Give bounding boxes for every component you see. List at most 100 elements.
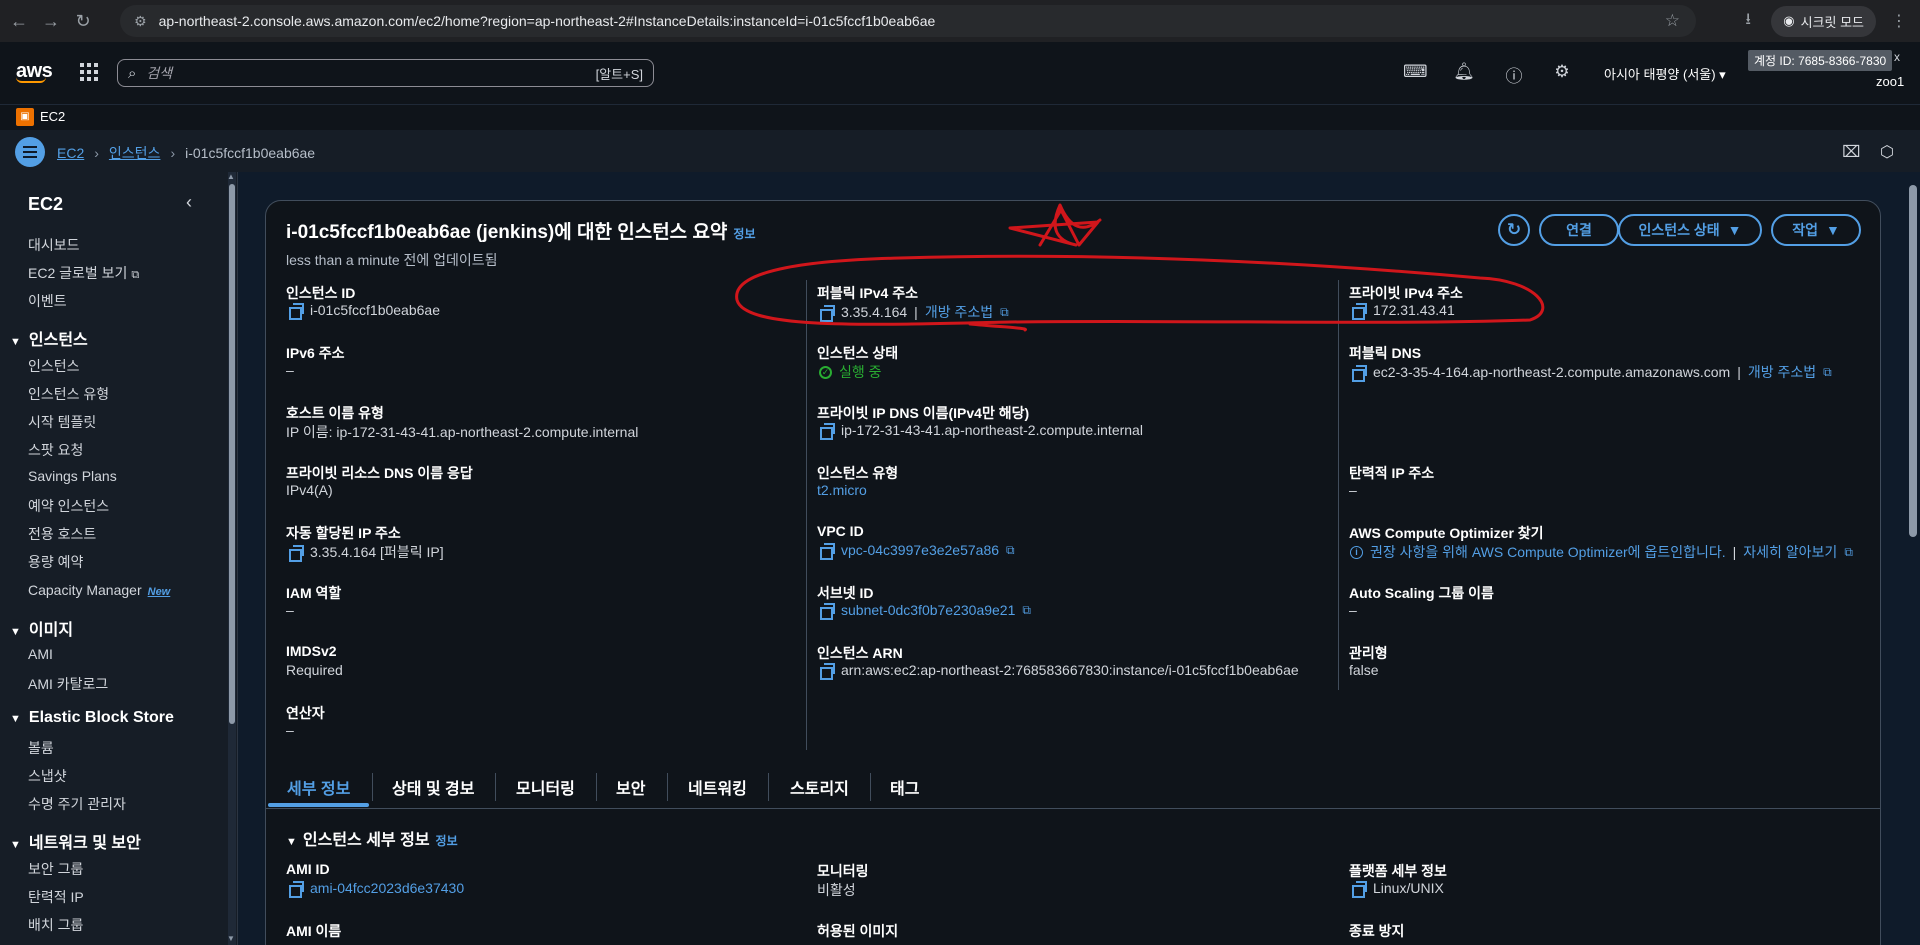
chevron-left-icon[interactable]: ‹: [186, 192, 192, 213]
sidebar-item-placement-groups[interactable]: 배치 그룹: [28, 915, 83, 935]
tab-status-alarms[interactable]: 상태 및 경보: [392, 775, 475, 799]
incognito-button[interactable]: ◉ 시크릿 모드: [1771, 5, 1876, 37]
private-dns-value: ip-172-31-43-41.ap-northeast-2.compute.i…: [820, 422, 1143, 440]
open-address-link[interactable]: 개방 주소법: [925, 302, 993, 322]
open-address-link[interactable]: 개방 주소법: [1748, 362, 1816, 382]
sidebar-item-capacity-reservations[interactable]: 용량 예약: [28, 552, 83, 572]
copy-icon[interactable]: [820, 543, 835, 560]
chevron-right-icon: ›: [94, 145, 99, 161]
sidebar-item-capacity-manager[interactable]: Capacity Manager New: [28, 582, 170, 598]
sidebar-section-instances[interactable]: ▼ 인스턴스: [10, 326, 88, 350]
tab-security[interactable]: 보안: [616, 775, 645, 799]
scroll-down-icon[interactable]: ▼: [227, 934, 235, 943]
external-link-icon: ⧉: [1844, 544, 1853, 559]
breadcrumb-instances[interactable]: 인스턴스: [109, 143, 161, 163]
sidebar-item-ami[interactable]: AMI: [28, 646, 53, 662]
sidebar-item-elastic-ips[interactable]: 탄력적 IP: [28, 887, 84, 907]
cloudshell-icon[interactable]: ⌨: [1403, 62, 1428, 82]
copy-icon[interactable]: [1352, 365, 1367, 382]
sidebar-section-ebs[interactable]: ▼ Elastic Block Store: [10, 709, 174, 727]
copy-icon[interactable]: [289, 303, 304, 320]
external-link-icon: ⧉: [1022, 602, 1031, 617]
sidebar-item-snapshots[interactable]: 스냅샷: [28, 766, 67, 786]
copy-icon[interactable]: [1352, 303, 1367, 320]
sidebar-item-events[interactable]: 이벤트: [28, 291, 67, 311]
settings-hex-icon[interactable]: ⬡: [1880, 142, 1894, 162]
forward-icon[interactable]: →: [38, 8, 64, 34]
info-link[interactable]: 정보: [436, 834, 458, 848]
sidebar-item-dedicated-hosts[interactable]: 전용 호스트: [28, 524, 96, 544]
ami-id-label: AMI ID: [286, 861, 330, 877]
learn-more-link[interactable]: 자세히 알아보기: [1743, 542, 1837, 562]
user-menu[interactable]: zoo1: [1876, 74, 1904, 89]
iam-role-value: –: [286, 602, 294, 618]
tab-networking[interactable]: 네트워킹: [688, 775, 747, 799]
connect-button[interactable]: 연결: [1539, 214, 1619, 246]
public-ipv4-label: 퍼블릭 IPv4 주소: [817, 285, 918, 301]
sidebar-item-launch-templates[interactable]: 시작 템플릿: [28, 412, 96, 432]
sidebar-section-network-security[interactable]: ▼ 네트워크 및 보안: [10, 829, 141, 853]
copy-icon[interactable]: [289, 545, 304, 562]
sidebar-item-instances[interactable]: 인스턴스: [28, 356, 80, 376]
menu-toggle-icon[interactable]: [15, 137, 45, 167]
bell-icon[interactable]: 🔔︎: [1453, 62, 1475, 82]
main-scrollbar-thumb[interactable]: [1909, 185, 1917, 537]
reload-icon[interactable]: ↻: [70, 8, 96, 34]
operator-label: 연산자: [286, 705, 325, 721]
bookmark-star-icon[interactable]: ☆: [1665, 11, 1680, 31]
region-selector[interactable]: 아시아 태평양 (서울) ▾: [1604, 64, 1726, 83]
help-icon[interactable]: ⓘ: [1503, 62, 1525, 87]
sidebar-item-global-view[interactable]: EC2 글로벌 보기 ⧉: [28, 263, 139, 283]
gear-icon[interactable]: ⚙: [1551, 62, 1573, 82]
site-settings-icon[interactable]: ⚙: [134, 13, 147, 30]
tab-monitoring[interactable]: 모니터링: [516, 775, 575, 799]
sidebar-item-spot-requests[interactable]: 스팟 요청: [28, 440, 83, 460]
vpc-id-value[interactable]: vpc-04c3997e3e2e57a86 ⧉: [820, 542, 1015, 560]
instance-type-link[interactable]: t2.micro: [817, 482, 867, 498]
tab-storage[interactable]: 스토리지: [790, 775, 849, 799]
sidebar-item-instance-types[interactable]: 인스턴스 유형: [28, 384, 109, 404]
sidebar-item-reserved-instances[interactable]: 예약 인스턴스: [28, 496, 109, 516]
copy-icon[interactable]: [820, 603, 835, 620]
display-icon[interactable]: ⌧: [1842, 142, 1860, 162]
copy-icon[interactable]: [820, 663, 835, 680]
auto-ip-value: 3.35.4.164 [퍼블릭 IP]: [289, 542, 444, 562]
copy-icon[interactable]: [1352, 881, 1367, 898]
sidebar-item-dashboard[interactable]: 대시보드: [28, 235, 80, 255]
service-name[interactable]: EC2: [40, 109, 65, 124]
scroll-up-icon[interactable]: ▲: [227, 172, 235, 181]
sidebar-item-savings-plans[interactable]: Savings Plans: [28, 468, 117, 484]
address-bar[interactable]: ⚙ ap-northeast-2.console.aws.amazon.com/…: [120, 5, 1696, 37]
search-input[interactable]: ⌕ 검색 [알트+S]: [117, 59, 654, 87]
sidebar-section-images[interactable]: ▼ 이미지: [10, 616, 73, 640]
instance-state-button[interactable]: 인스턴스 상태 ▼: [1618, 214, 1762, 246]
sidebar-scrollbar-thumb[interactable]: [229, 184, 235, 724]
sidebar-title: EC2: [28, 194, 64, 214]
copy-icon[interactable]: [820, 423, 835, 440]
iam-role-label: IAM 역할: [286, 585, 342, 601]
copy-icon[interactable]: [289, 881, 304, 898]
tab-tags[interactable]: 태그: [890, 775, 919, 799]
back-icon[interactable]: ←: [6, 8, 32, 34]
subnet-id-value[interactable]: subnet-0dc3f0b7e230a9e21 ⧉: [820, 602, 1031, 620]
sidebar-item-security-groups[interactable]: 보안 그룹: [28, 859, 83, 879]
resource-dns-value: IPv4(A): [286, 482, 333, 498]
services-grid-icon[interactable]: [80, 63, 98, 81]
sidebar-item-ami-catalog[interactable]: AMI 카탈로그: [28, 674, 108, 694]
instance-state-value: ✓ 실행 중: [819, 362, 882, 382]
instance-details-header[interactable]: ▼ 인스턴스 세부 정보 정보: [286, 826, 458, 850]
account-badge-close[interactable]: x: [1894, 50, 1900, 64]
aws-logo[interactable]: aws: [16, 60, 53, 83]
browser-menu-icon[interactable]: ⋮: [1884, 11, 1914, 31]
breadcrumb-ec2[interactable]: EC2: [57, 145, 84, 161]
download-icon[interactable]: ⭳: [1733, 8, 1763, 35]
copy-icon[interactable]: [820, 305, 835, 322]
tab-details[interactable]: 세부 정보: [287, 775, 350, 799]
actions-button[interactable]: 작업 ▼: [1771, 214, 1861, 246]
sidebar-item-lifecycle-manager[interactable]: 수명 주기 관리자: [28, 794, 126, 814]
sidebar-item-volumes[interactable]: 볼륨: [28, 738, 54, 758]
info-link[interactable]: 정보: [733, 227, 755, 241]
ami-id-value[interactable]: ami-04fcc2023d6e37430: [289, 880, 464, 898]
refresh-button[interactable]: ↻: [1498, 214, 1530, 246]
opt-in-link[interactable]: 권장 사항을 위해 AWS Compute Optimizer에 옵트인합니다.: [1370, 542, 1726, 562]
